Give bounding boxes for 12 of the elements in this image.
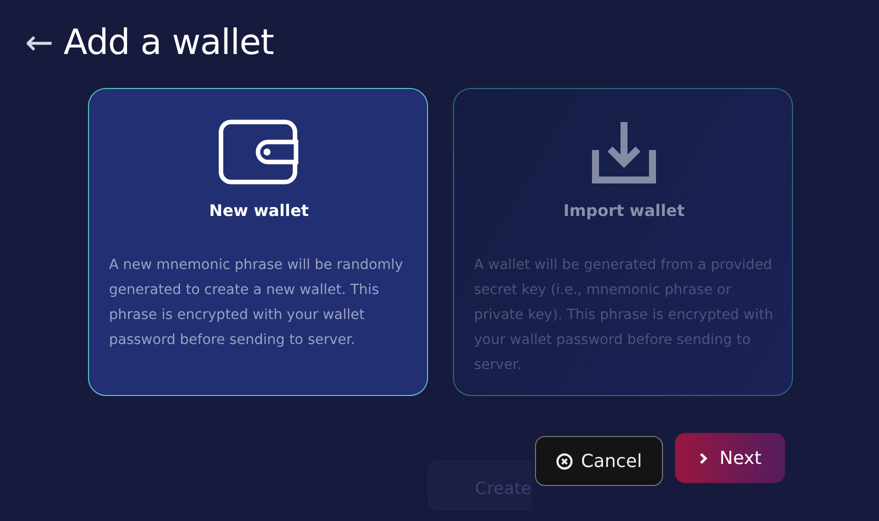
back-button[interactable]: ← xyxy=(25,26,54,60)
cancel-button[interactable]: Cancel xyxy=(535,436,663,486)
option-description: A new mnemonic phrase will be randomly generated to create a new wallet. This phrase is encrypted with your wallet password before sending to server. xyxy=(109,256,404,350)
close-icon xyxy=(556,452,573,470)
option-title: New wallet xyxy=(209,200,309,222)
download-icon xyxy=(592,119,656,185)
chevron-right-icon xyxy=(698,452,708,464)
page-title: Add a wallet xyxy=(64,22,274,64)
wallet-icon xyxy=(218,119,300,185)
next-button[interactable]: Next xyxy=(675,433,785,483)
option-title: Import wallet xyxy=(563,200,685,222)
option-card[interactable]: New wallet A new mnemonic phrase will be randomly generated to create a new wallet. This phrase is encrypted with your wallet password before sending to server. xyxy=(88,88,428,396)
